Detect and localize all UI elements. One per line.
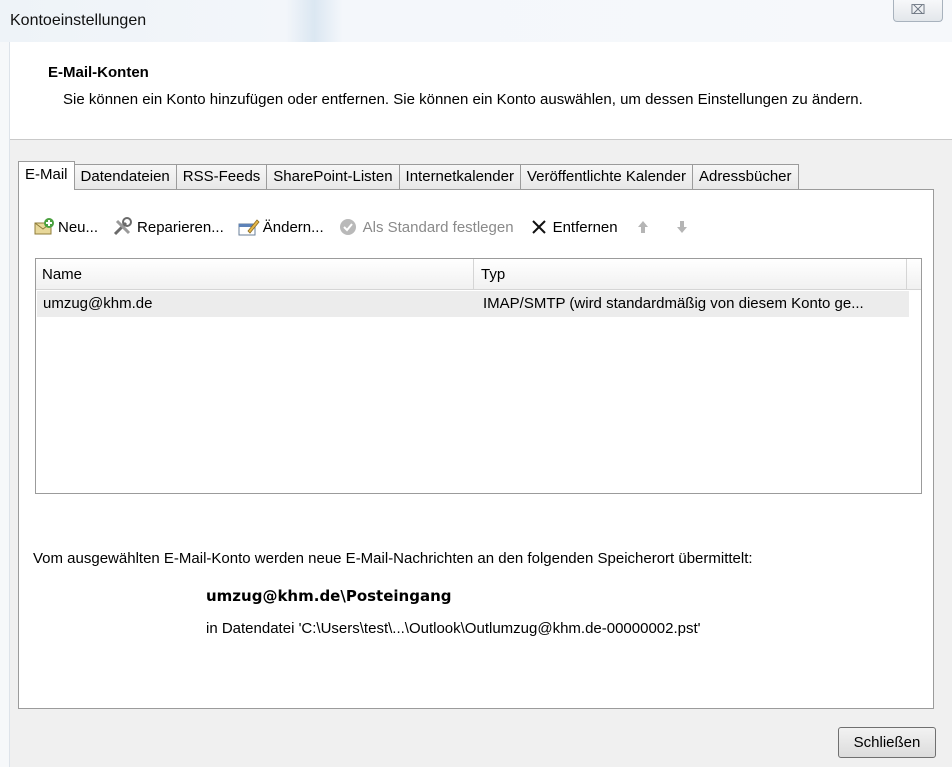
window-left-edge — [0, 42, 10, 767]
tab-datendateien[interactable]: Datendateien — [73, 164, 177, 190]
tab-rss-feeds[interactable]: RSS-Feeds — [175, 164, 268, 190]
column-separator — [473, 259, 474, 290]
repair-icon — [112, 217, 134, 237]
tab-internetkalender[interactable]: Internetkalender — [398, 164, 521, 190]
change-button[interactable]: Ändern... — [238, 217, 324, 237]
move-up-button[interactable] — [632, 217, 657, 237]
account-toolbar: Neu... Reparieren... Ändern... Als Stand… — [33, 214, 710, 240]
remove-button[interactable]: Entfernen — [528, 217, 618, 237]
window-close-button[interactable]: ⌧ — [893, 0, 943, 22]
header-description: Sie können ein Konto hinzufügen oder ent… — [63, 91, 863, 108]
change-label: Ändern... — [262, 218, 324, 236]
tab-strip: E-Mail Datendateien RSS-Feeds SharePoint… — [18, 161, 799, 190]
arrow-down-icon — [671, 217, 693, 237]
tab-veroeffentlichte-kalender[interactable]: Veröffentlichte Kalender — [519, 164, 693, 190]
move-down-button[interactable] — [671, 217, 696, 237]
column-header-name[interactable]: Name — [42, 266, 82, 283]
email-tab-panel: Neu... Reparieren... Ändern... Als Stand… — [18, 189, 934, 709]
window-title: Kontoeinstellungen — [10, 12, 147, 29]
check-icon — [338, 217, 360, 237]
delivery-info-text: Vom ausgewählten E-Mail-Konto werden neu… — [33, 550, 753, 567]
new-account-button[interactable]: Neu... — [33, 217, 98, 237]
close-icon: ⌧ — [910, 2, 926, 17]
accounts-list-header: Name Typ — [36, 259, 921, 290]
header-heading: E-Mail-Konten — [48, 64, 149, 81]
new-account-label: Neu... — [58, 218, 99, 236]
column-separator — [906, 259, 907, 290]
title-bar: Kontoeinstellungen ⌧ — [0, 0, 952, 42]
accounts-list[interactable]: Name Typ umzug@khm.de IMAP/SMTP (wird st… — [35, 258, 922, 494]
arrow-up-icon — [632, 217, 654, 237]
x-icon — [528, 217, 550, 237]
tab-adressbuecher[interactable]: Adressbücher — [691, 164, 799, 190]
delivery-data-file: in Datendatei 'C:\Users\test\...\Outlook… — [206, 620, 701, 637]
remove-label: Entfernen — [552, 218, 618, 236]
dialog-header: E-Mail-Konten Sie können ein Konto hinzu… — [10, 42, 952, 140]
repair-label: Reparieren... — [137, 218, 224, 236]
table-row[interactable]: umzug@khm.de IMAP/SMTP (wird standardmäß… — [37, 291, 909, 317]
close-dialog-button[interactable]: Schließen — [838, 727, 936, 758]
delivery-location: umzug@khm.de\Posteingang — [206, 587, 452, 605]
set-default-button[interactable]: Als Standard festlegen — [338, 217, 514, 237]
tab-email[interactable]: E-Mail — [18, 161, 75, 190]
tab-sharepoint-listen[interactable]: SharePoint-Listen — [266, 164, 400, 190]
account-type-cell: IMAP/SMTP (wird standardmäßig von diesem… — [483, 295, 864, 312]
set-default-label: Als Standard festlegen — [362, 218, 514, 236]
repair-button[interactable]: Reparieren... — [112, 217, 224, 237]
column-header-type[interactable]: Typ — [481, 266, 505, 283]
account-name-cell: umzug@khm.de — [43, 295, 153, 312]
new-account-icon — [33, 217, 55, 237]
change-icon — [238, 217, 260, 237]
